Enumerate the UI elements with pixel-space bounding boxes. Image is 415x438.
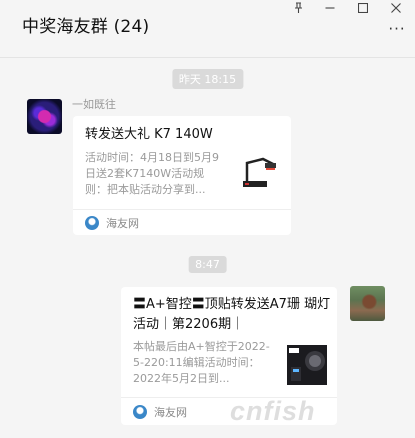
minimize-button[interactable] xyxy=(318,0,342,16)
source-app-icon xyxy=(133,405,147,419)
sender-name: 一如既往 xyxy=(72,98,116,111)
site-watermark: cnfish xyxy=(230,396,316,426)
time-separator: 8:47 xyxy=(188,256,227,273)
source-name: 海友网 xyxy=(106,217,139,230)
pin-icon xyxy=(294,2,302,13)
card-divider xyxy=(73,209,291,210)
more-options-button[interactable]: ··· xyxy=(387,21,407,36)
card-description: 本帖最后由A+智控于2022-5-220:11编辑活动时间：2022年5月2日到… xyxy=(133,340,270,385)
led-lamp-thumbnail xyxy=(239,153,279,193)
maximize-icon xyxy=(358,3,368,13)
close-icon xyxy=(391,3,401,13)
close-button[interactable] xyxy=(384,0,408,16)
chat-scrollbar[interactable] xyxy=(409,58,414,438)
avatar[interactable] xyxy=(27,99,62,134)
led-lamp-icon xyxy=(243,157,276,187)
chat-title: 中奖海友群 (24) xyxy=(22,17,150,37)
time-separator: 昨天 18:15 xyxy=(171,69,244,89)
maximize-button[interactable] xyxy=(351,0,375,16)
a7-coral-light-icon xyxy=(287,345,327,385)
shared-link-card[interactable]: 转发送大礼 K7 140W 活动时间：4月18日到5月9日送2套K7140W活动… xyxy=(73,116,291,235)
card-description: 活动时间：4月18日到5月9日送2套K7140W活动规则：把本贴活动分享到... xyxy=(85,151,219,196)
title-bar: 中奖海友群 (24) ··· xyxy=(0,0,415,58)
a7-coral-light-thumbnail xyxy=(287,345,327,385)
card-title: 〓A+智控〓顶贴转发送A7珊 瑚灯活动｜第2206期｜ xyxy=(133,297,331,332)
source-app-icon xyxy=(85,216,99,230)
source-name: 海友网 xyxy=(154,406,187,419)
card-title: 转发送大礼 K7 140W xyxy=(85,127,213,142)
card-source: 海友网 xyxy=(133,404,187,420)
pin-button[interactable] xyxy=(286,0,310,16)
avatar[interactable] xyxy=(350,286,385,321)
minimize-icon xyxy=(325,7,335,9)
card-source: 海友网 xyxy=(85,215,139,231)
